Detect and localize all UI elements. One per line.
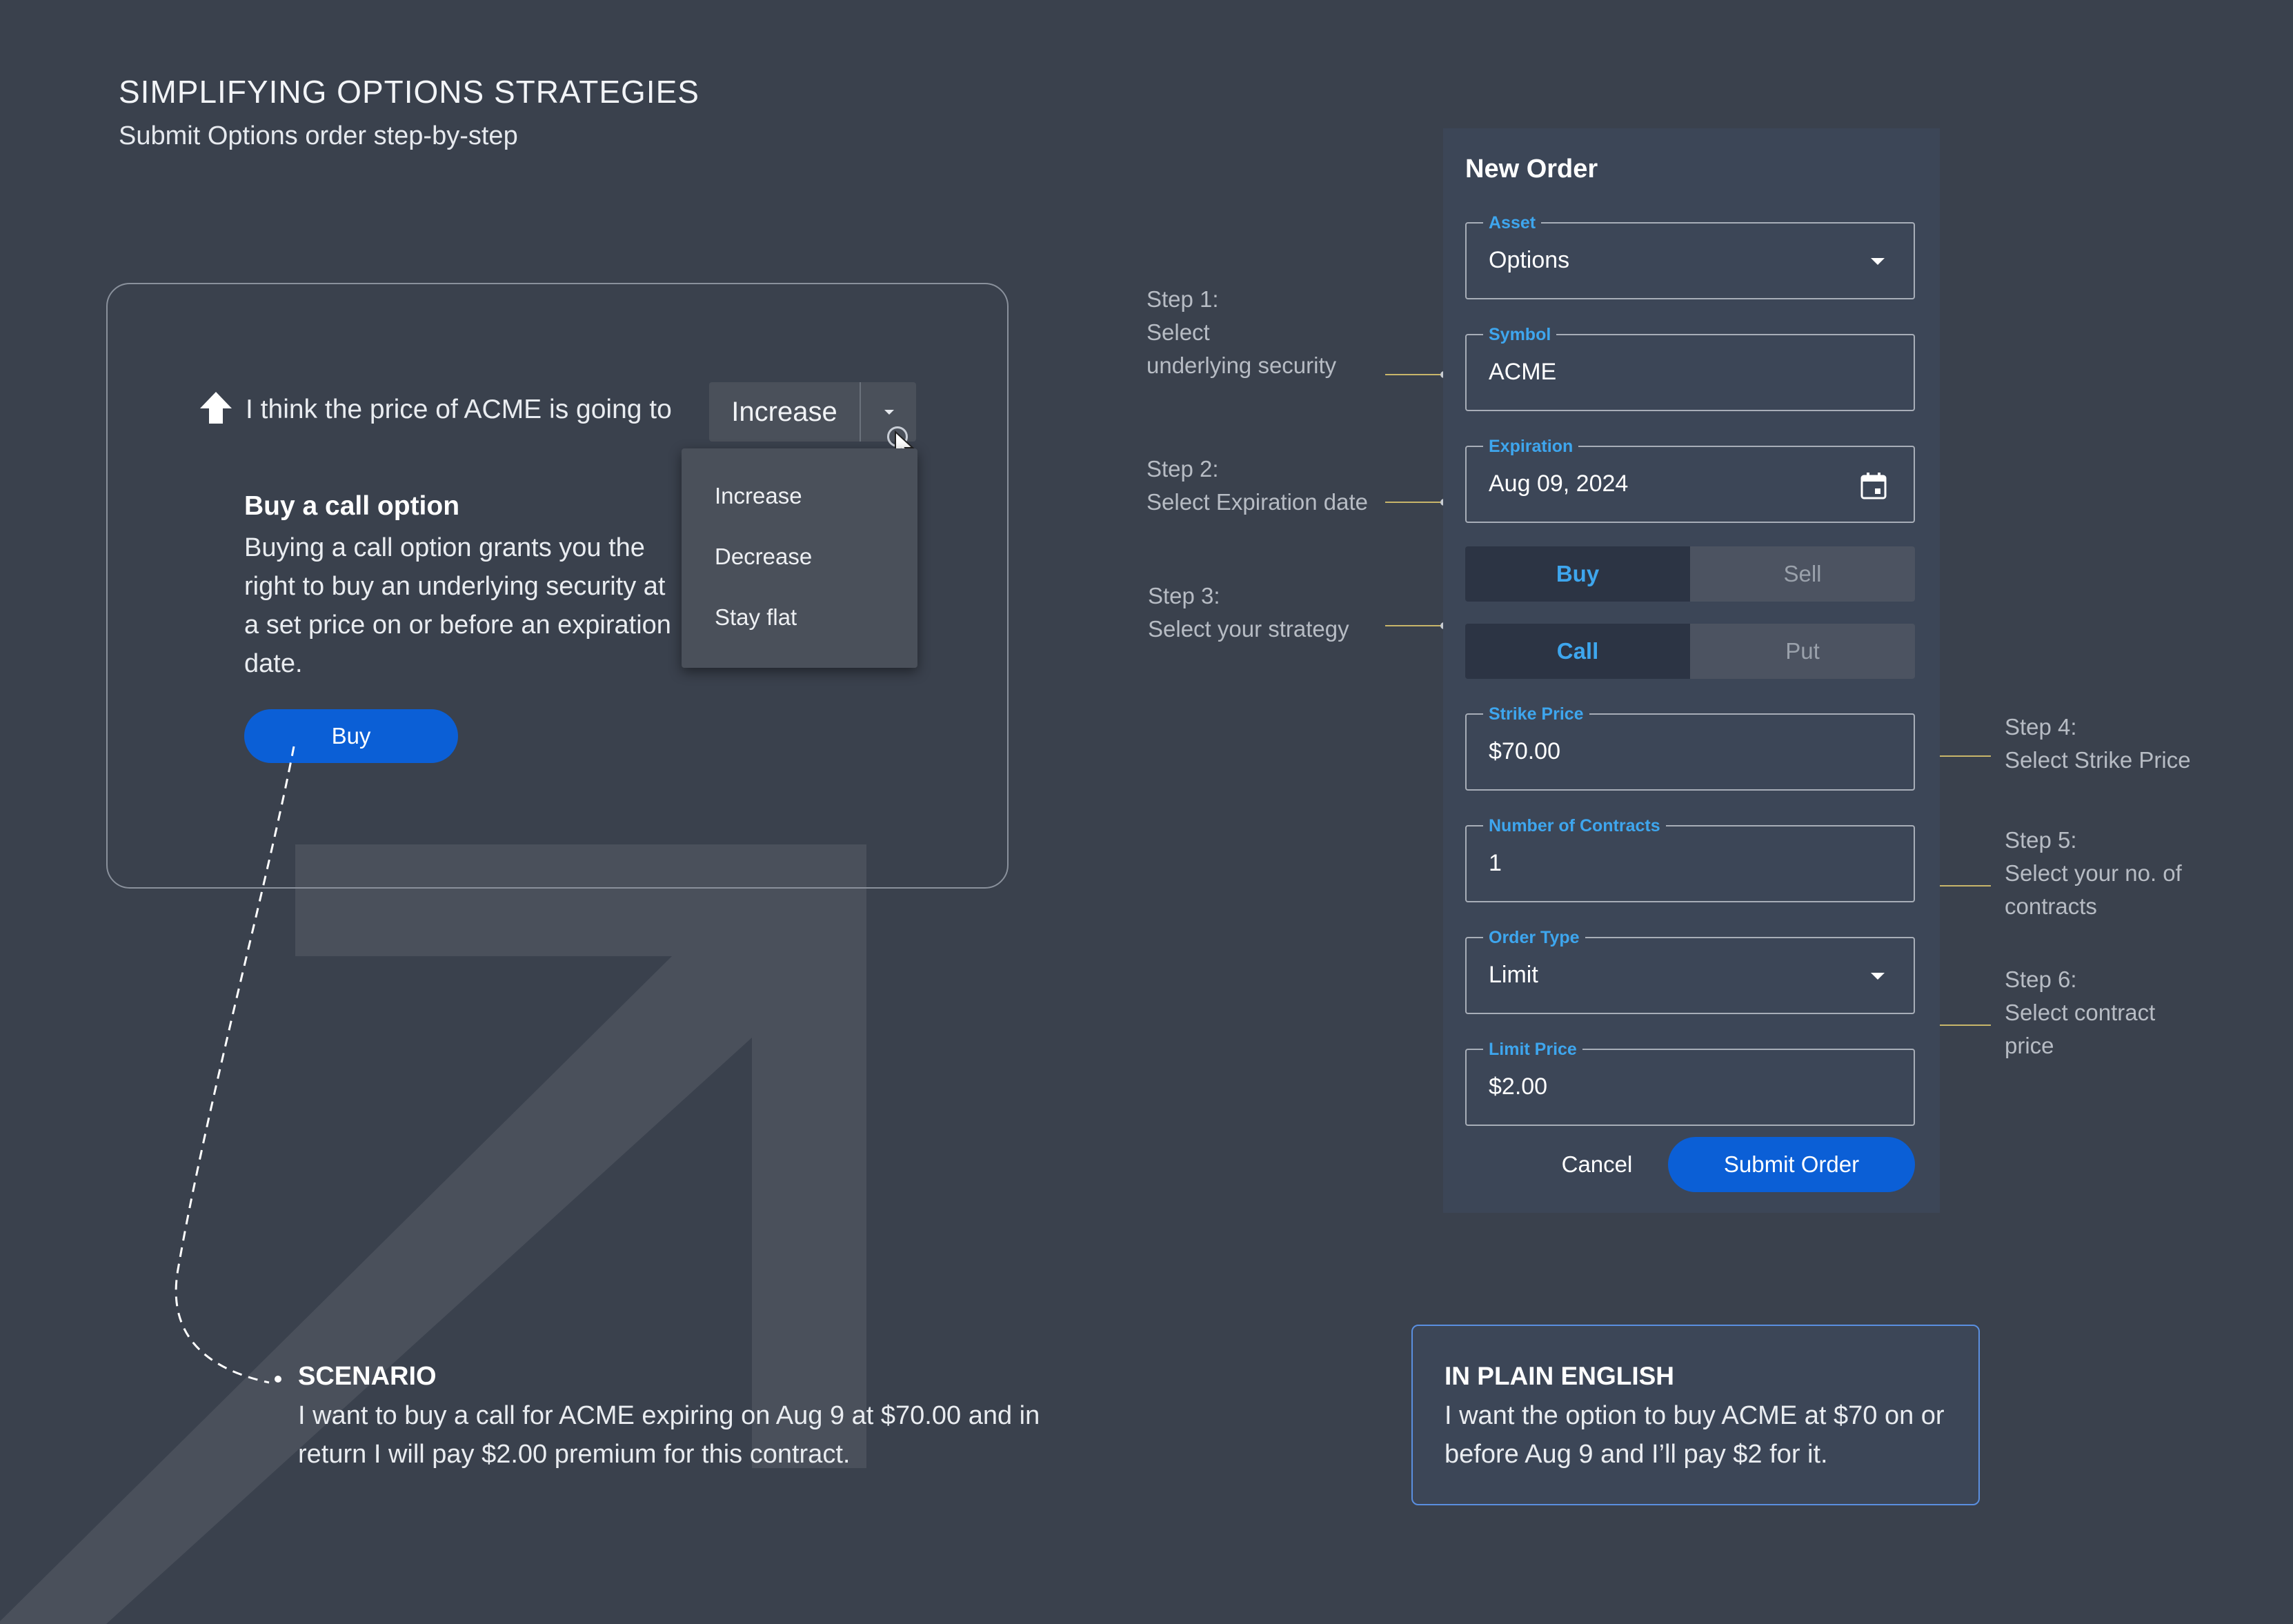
strike-price-value: $70.00	[1489, 738, 1560, 764]
step-label: Step 1:	[1146, 286, 1219, 312]
expiration-value: Aug 09, 2024	[1489, 471, 1629, 497]
step-4-annotation: Step 4: Select Strike Price	[2005, 711, 2191, 777]
caret-down-icon	[1871, 973, 1885, 980]
step-4-connector	[1932, 755, 1991, 757]
sell-toggle-option[interactable]: Sell	[1690, 546, 1915, 602]
expiration-field[interactable]: Expiration Aug 09, 2024	[1465, 436, 1915, 523]
step-text-line: underlying security	[1146, 353, 1337, 378]
symbol-field[interactable]: Symbol ACME	[1465, 324, 1915, 411]
plain-english-title: IN PLAIN ENGLISH	[1445, 1362, 1675, 1390]
limit-price-label: Limit Price	[1483, 1039, 1582, 1060]
step-label: Step 2:	[1146, 456, 1219, 482]
arrow-up-icon	[200, 392, 232, 424]
expiration-label: Expiration	[1483, 436, 1579, 457]
step-text-line: Select	[1146, 319, 1210, 345]
step-6-connector	[1932, 1024, 1991, 1026]
call-put-toggle: Call Put	[1465, 624, 1915, 679]
step-text-line: Select contract	[2005, 1000, 2156, 1025]
step-5-annotation: Step 5: Select your no. of contracts	[2005, 824, 2182, 923]
step-2-connector	[1385, 502, 1443, 503]
contracts-label: Number of Contracts	[1483, 815, 1666, 836]
selected-direction: Increase	[731, 396, 837, 427]
order-type-value: Limit	[1489, 962, 1538, 988]
menu-item-stay-flat[interactable]: Stay flat	[715, 604, 797, 631]
step-label: Step 5:	[2005, 827, 2077, 853]
strike-price-label: Strike Price	[1483, 704, 1589, 724]
menu-item-decrease[interactable]: Decrease	[715, 544, 812, 570]
price-direction-select[interactable]: Increase	[709, 382, 916, 442]
limit-price-field[interactable]: Limit Price $2.00	[1465, 1039, 1915, 1126]
scenario-title: SCENARIO	[298, 1362, 437, 1391]
background-arrow-icon	[0, 844, 866, 1624]
scenario-text: I want to buy a call for ACME expiring o…	[298, 1401, 1040, 1469]
strategy-title: Buy a call option	[244, 491, 460, 521]
contracts-field[interactable]: Number of Contracts 1	[1465, 815, 1915, 902]
cancel-button[interactable]: Cancel	[1545, 1137, 1649, 1192]
menu-item-increase[interactable]: Increase	[715, 483, 802, 509]
step-5-connector	[1932, 885, 1991, 887]
step-6-annotation: Step 6: Select contract price	[2005, 963, 2155, 1062]
order-panel-title: New Order	[1465, 155, 1598, 184]
scenario-bullet	[275, 1376, 281, 1383]
step-text-line: contracts	[2005, 893, 2097, 919]
step-text-line: price	[2005, 1033, 2054, 1058]
step-label: Step 6:	[2005, 967, 2077, 992]
order-type-label: Order Type	[1483, 927, 1585, 948]
plain-english-text: I want the option to buy ACME at $70 on …	[1445, 1401, 1945, 1469]
submit-order-button[interactable]: Submit Order	[1668, 1137, 1915, 1192]
buy-toggle-option[interactable]: Buy	[1465, 546, 1690, 602]
caret-down-icon	[1871, 258, 1885, 265]
step-label: Step 4:	[2005, 714, 2077, 740]
step-label: Step 3:	[1148, 583, 1220, 608]
direction-dropdown-menu: Increase Decrease Stay flat	[682, 448, 917, 668]
asset-value: Options	[1489, 247, 1570, 273]
page-title: SIMPLIFYING OPTIONS STRATEGIES	[119, 74, 699, 110]
order-type-select[interactable]: Order Type Limit	[1465, 927, 1915, 1014]
step-1-annotation: Step 1: Select underlying security	[1146, 283, 1336, 382]
buy-sell-toggle: Buy Sell	[1465, 546, 1915, 602]
caret-down-icon	[884, 410, 894, 415]
calendar-icon[interactable]	[1858, 471, 1889, 501]
step-2-annotation: Step 2: Select Expiration date	[1146, 453, 1368, 519]
price-direction-prompt: I think the price of ACME is going to	[246, 395, 672, 424]
step-text-line: Select your no. of	[2005, 860, 2182, 886]
dashed-connector	[175, 746, 295, 1384]
asset-select[interactable]: Asset Options	[1465, 212, 1915, 299]
limit-price-value: $2.00	[1489, 1073, 1548, 1100]
step-text-line: Select your strategy	[1148, 616, 1349, 642]
step-3-connector	[1385, 625, 1443, 626]
strategy-description: Buying a call option grants you the righ…	[244, 533, 671, 678]
step-3-annotation: Step 3: Select your strategy	[1148, 580, 1349, 646]
symbol-value: ACME	[1489, 359, 1557, 385]
asset-label: Asset	[1483, 212, 1542, 233]
step-1-connector	[1385, 374, 1443, 375]
step-text-line: Select Strike Price	[2005, 747, 2191, 773]
symbol-label: Symbol	[1483, 324, 1557, 345]
strike-price-field[interactable]: Strike Price $70.00	[1465, 704, 1915, 791]
call-toggle-option[interactable]: Call	[1465, 624, 1690, 679]
step-text-line: Select Expiration date	[1146, 489, 1369, 515]
contracts-value: 1	[1489, 850, 1502, 876]
page-subtitle: Submit Options order step-by-step	[119, 121, 518, 150]
put-toggle-option[interactable]: Put	[1690, 624, 1915, 679]
